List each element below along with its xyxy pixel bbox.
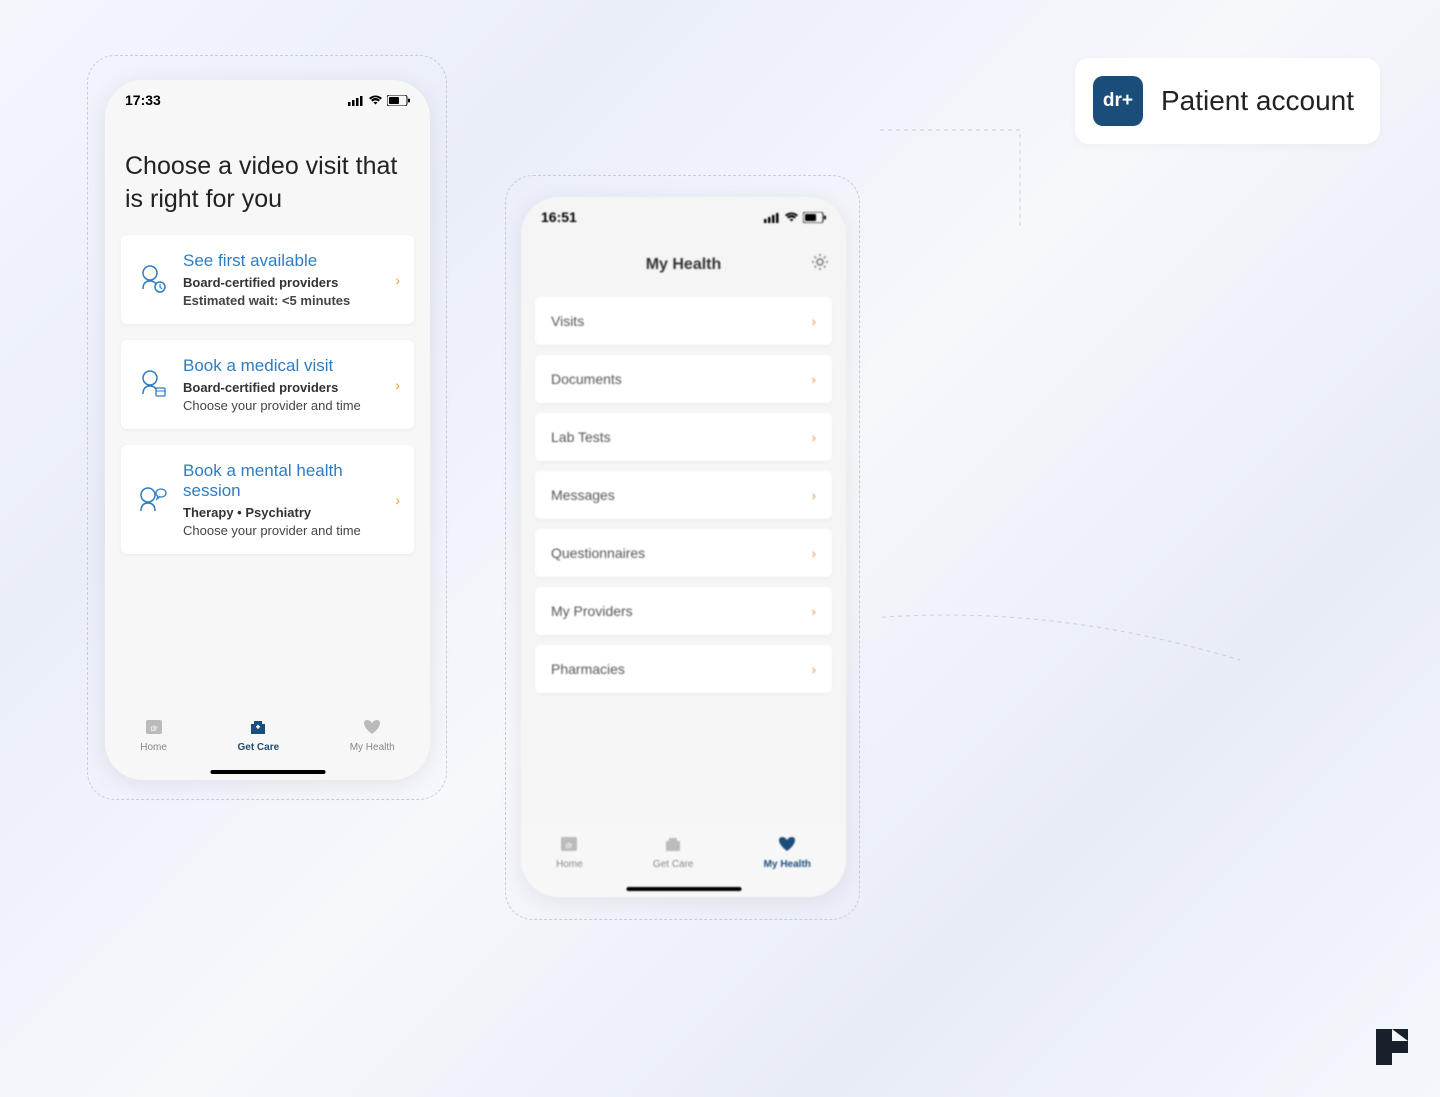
heart-icon xyxy=(361,716,383,738)
page-title: Choose a video visit that is right for y… xyxy=(105,120,430,235)
list-row-label: Visits xyxy=(551,313,584,329)
visit-card-line2: Choose your provider and time xyxy=(183,523,381,538)
visit-card-title: See first available xyxy=(183,251,381,271)
heart-icon xyxy=(776,833,798,855)
therapy-icon xyxy=(135,483,169,517)
list-row-label: Pharmacies xyxy=(551,661,625,677)
gear-icon[interactable] xyxy=(810,252,830,278)
care-icon xyxy=(247,716,269,738)
chevron-right-icon: › xyxy=(812,662,816,677)
signal-icon xyxy=(764,212,780,223)
tab-bar: dr Home Get Care My Health xyxy=(105,706,430,780)
list-row-label: Documents xyxy=(551,371,622,387)
list-row-messages[interactable]: Messages › xyxy=(535,471,832,519)
doctor-clock-icon xyxy=(135,263,169,297)
visit-card-body: See first available Board-certified prov… xyxy=(183,251,381,308)
tab-label: Home xyxy=(556,859,583,870)
status-icons xyxy=(348,95,410,106)
status-bar: 17:33 xyxy=(105,80,430,120)
home-indicator[interactable] xyxy=(210,770,325,774)
status-time: 16:51 xyxy=(541,209,577,225)
tab-my-health[interactable]: My Health xyxy=(764,833,811,870)
home-icon: dr xyxy=(558,833,580,855)
tab-get-care[interactable]: Get Care xyxy=(653,833,694,870)
visit-card-line1: Board-certified providers xyxy=(183,380,381,395)
status-time: 17:33 xyxy=(125,92,161,108)
visit-card-line1: Board-certified providers xyxy=(183,275,381,290)
chevron-right-icon: › xyxy=(812,430,816,445)
visit-card-medical[interactable]: Book a medical visit Board-certified pro… xyxy=(121,340,414,429)
tab-get-care[interactable]: Get Care xyxy=(237,716,279,753)
chevron-right-icon: › xyxy=(812,488,816,503)
tab-label: Get Care xyxy=(237,742,279,753)
badge-label: Patient account xyxy=(1161,85,1354,117)
chevron-right-icon: › xyxy=(395,492,400,508)
svg-text:dr: dr xyxy=(566,841,573,850)
chevron-right-icon: › xyxy=(812,546,816,561)
list-row-questionnaires[interactable]: Questionnaires › xyxy=(535,529,832,577)
visit-card-line2: Choose your provider and time xyxy=(183,398,381,413)
tab-label: Get Care xyxy=(653,859,694,870)
chevron-right-icon: › xyxy=(812,314,816,329)
visit-card-title: Book a mental health session xyxy=(183,461,381,501)
chevron-right-icon: › xyxy=(395,272,400,288)
visit-card-title: Book a medical visit xyxy=(183,356,381,376)
screen-header: My Health xyxy=(521,243,846,287)
wifi-icon xyxy=(368,95,383,106)
phone-get-care: 17:33 Choose a video visit that is right… xyxy=(105,80,430,780)
chevron-right-icon: › xyxy=(812,604,816,619)
battery-icon xyxy=(387,95,410,106)
care-icon xyxy=(662,833,684,855)
chevron-right-icon: › xyxy=(395,377,400,393)
phone-my-health: 16:51 My Health Visits › Documents › Lab… xyxy=(521,197,846,897)
tab-label: Home xyxy=(140,742,167,753)
visit-card-line1: Therapy • Psychiatry xyxy=(183,505,381,520)
tab-label: My Health xyxy=(764,859,811,870)
visit-card-body: Book a medical visit Board-certified pro… xyxy=(183,356,381,413)
doctor-calendar-icon xyxy=(135,368,169,402)
wifi-icon xyxy=(784,212,799,223)
visit-card-first-available[interactable]: See first available Board-certified prov… xyxy=(121,235,414,324)
dashed-connector-lines xyxy=(880,60,1440,860)
tab-label: My Health xyxy=(350,742,395,753)
home-icon: dr xyxy=(143,716,165,738)
visit-card-body: Book a mental health session Therapy • P… xyxy=(183,461,381,538)
chevron-right-icon: › xyxy=(812,372,816,387)
visit-card-mental-health[interactable]: Book a mental health session Therapy • P… xyxy=(121,445,414,554)
list-row-visits[interactable]: Visits › xyxy=(535,297,832,345)
visit-card-line2: Estimated wait: <5 minutes xyxy=(183,293,381,308)
signal-icon xyxy=(348,95,364,106)
battery-icon xyxy=(803,212,826,223)
list-row-label: My Providers xyxy=(551,603,633,619)
tab-home[interactable]: dr Home xyxy=(556,833,583,870)
list-row-my-providers[interactable]: My Providers › xyxy=(535,587,832,635)
list-row-label: Lab Tests xyxy=(551,429,611,445)
tab-bar: dr Home Get Care My Health xyxy=(521,823,846,897)
status-bar: 16:51 xyxy=(521,197,846,237)
list-row-label: Questionnaires xyxy=(551,545,645,561)
tab-my-health[interactable]: My Health xyxy=(350,716,395,753)
list-row-pharmacies[interactable]: Pharmacies › xyxy=(535,645,832,693)
brand-corner-logo xyxy=(1372,1025,1412,1069)
status-icons xyxy=(764,212,826,223)
list-row-documents[interactable]: Documents › xyxy=(535,355,832,403)
svg-text:dr: dr xyxy=(150,724,157,733)
patient-account-badge: dr+ Patient account xyxy=(1075,58,1380,144)
tab-home[interactable]: dr Home xyxy=(140,716,167,753)
header-title: My Health xyxy=(646,256,722,274)
list-row-label: Messages xyxy=(551,487,615,503)
dr-logo-icon: dr+ xyxy=(1093,76,1143,126)
home-indicator[interactable] xyxy=(626,887,741,891)
list-row-lab-tests[interactable]: Lab Tests › xyxy=(535,413,832,461)
